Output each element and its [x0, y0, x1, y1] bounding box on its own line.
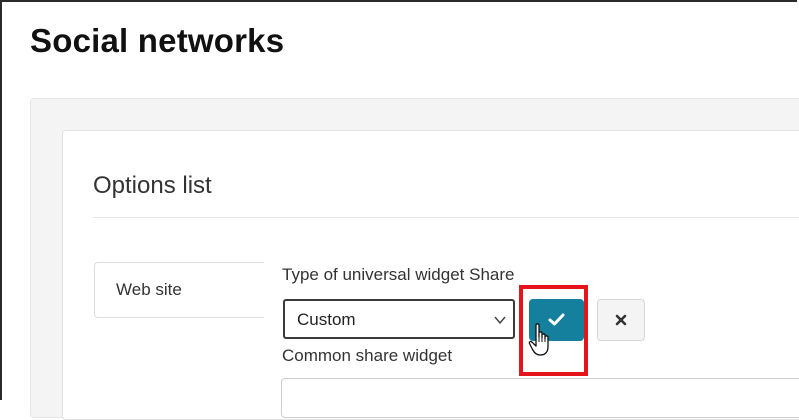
- common-widget-input[interactable]: [281, 378, 799, 418]
- section-divider: [93, 217, 799, 218]
- widget-type-select-value: Custom: [297, 310, 356, 329]
- widget-type-select[interactable]: Custom: [283, 299, 515, 339]
- widget-type-label: Type of universal widget Share: [282, 265, 515, 284]
- side-tab-label: Web site: [116, 280, 182, 299]
- hand-pointer-icon: [528, 323, 549, 356]
- close-icon: [615, 314, 627, 326]
- section-title: Options list: [93, 172, 212, 199]
- page-title: Social networks: [30, 22, 285, 59]
- common-widget-label: Common share widget: [282, 346, 453, 365]
- cancel-button[interactable]: [597, 299, 645, 341]
- side-tab-web-site[interactable]: Web site: [94, 262, 264, 318]
- chevron-down-icon: [494, 316, 506, 325]
